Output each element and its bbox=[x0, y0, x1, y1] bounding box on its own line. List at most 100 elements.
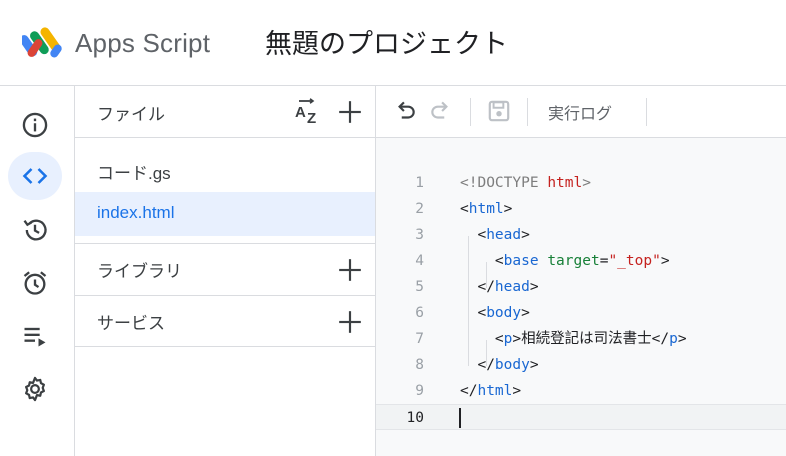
code-line[interactable]: 6 <body> bbox=[376, 300, 786, 326]
code-token: > bbox=[521, 227, 530, 243]
execution-log-button[interactable]: 実行ログ bbox=[548, 100, 612, 124]
code-token: > bbox=[677, 331, 687, 347]
code-token: p bbox=[669, 331, 678, 347]
code-token: html bbox=[547, 175, 583, 191]
add-library-icon[interactable] bbox=[337, 257, 363, 283]
toolbar-divider bbox=[470, 98, 471, 126]
undo-icon[interactable] bbox=[392, 98, 418, 124]
code-text: </body> bbox=[460, 352, 539, 378]
line-number: 6 bbox=[415, 305, 424, 321]
code-token: "_top" bbox=[608, 253, 661, 269]
code-line[interactable]: 7 <p>相続登記は司法書士</p> bbox=[376, 326, 786, 352]
code-token: html bbox=[477, 383, 513, 399]
code-icon bbox=[22, 168, 48, 184]
code-token: < bbox=[460, 227, 487, 243]
gear-icon bbox=[25, 376, 45, 402]
project-title[interactable]: 無題のプロジェクト bbox=[265, 22, 508, 61]
code-editor[interactable]: 1 <!DOCTYPE html> 2 <html> 3 <head> 4 <base t… bbox=[376, 138, 786, 456]
line-number: 10 bbox=[406, 410, 424, 426]
code-text: <html> bbox=[460, 196, 512, 222]
code-text: <base target="_top"> bbox=[460, 248, 670, 274]
code-text: </head> bbox=[460, 274, 539, 300]
app-header: Apps Script 無題のプロジェクト bbox=[0, 0, 786, 86]
code-token: < bbox=[460, 201, 469, 217]
services-section: サービス bbox=[75, 295, 375, 347]
code-line[interactable]: 8 </body> bbox=[376, 352, 786, 378]
history-icon bbox=[23, 219, 47, 241]
files-header: ファイル A Z bbox=[75, 86, 375, 138]
code-token: > bbox=[512, 383, 522, 399]
app-name[interactable]: Apps Script bbox=[75, 28, 210, 59]
line-number: 1 bbox=[415, 175, 424, 191]
file-item-index-html[interactable]: index.html bbox=[75, 192, 375, 236]
code-token: base bbox=[503, 253, 539, 269]
overview-button[interactable] bbox=[8, 101, 62, 149]
editor-button[interactable] bbox=[8, 152, 62, 200]
executions-button[interactable] bbox=[8, 312, 62, 360]
code-token: head bbox=[486, 227, 522, 243]
code-token: < bbox=[460, 331, 504, 347]
executions-icon bbox=[24, 327, 46, 347]
code-token: > bbox=[503, 201, 513, 217]
editor-toolbar: 実行ログ bbox=[376, 86, 786, 138]
toolbar-divider bbox=[646, 98, 647, 126]
code-token: html bbox=[468, 201, 504, 217]
code-line[interactable]: 5 </head> bbox=[376, 274, 786, 300]
code-token: body bbox=[486, 305, 522, 321]
code-line[interactable]: 1 <!DOCTYPE html> bbox=[376, 170, 786, 196]
code-token: > bbox=[521, 305, 530, 321]
file-name: index.html bbox=[97, 203, 175, 222]
text-cursor bbox=[459, 408, 461, 428]
code-token: body bbox=[494, 357, 530, 373]
alarm-icon bbox=[23, 271, 47, 295]
code-token: < bbox=[460, 305, 487, 321]
line-number: 2 bbox=[415, 201, 424, 217]
code-text: <!DOCTYPE html> bbox=[460, 170, 591, 196]
libraries-section: ライブラリ bbox=[75, 243, 375, 295]
settings-button[interactable] bbox=[8, 365, 62, 413]
svg-text:A: A bbox=[295, 104, 306, 121]
files-title: ファイル bbox=[97, 105, 165, 125]
code-token: <!DOCTYPE bbox=[460, 175, 548, 191]
code-text: </html> bbox=[460, 378, 521, 404]
triggers-button[interactable] bbox=[8, 259, 62, 307]
line-number: 4 bbox=[415, 253, 424, 269]
libraries-label: ライブラリ bbox=[97, 262, 182, 282]
code-token: >相続登記は司法書士</ bbox=[512, 331, 670, 347]
toolbar-divider bbox=[527, 98, 528, 126]
code-token: > bbox=[660, 253, 670, 269]
save-icon[interactable] bbox=[486, 98, 512, 124]
code-line[interactable]: 10 bbox=[376, 404, 786, 430]
files-panel: ファイル A Z コード.gs index.html ライブラリ サービス bbox=[75, 86, 376, 456]
code-token: < bbox=[460, 253, 504, 269]
line-number: 3 bbox=[415, 227, 424, 243]
line-number: 8 bbox=[415, 357, 424, 373]
code-token: head bbox=[494, 279, 530, 295]
history-button[interactable] bbox=[8, 206, 62, 254]
code-token: > bbox=[529, 357, 539, 373]
services-label: サービス bbox=[97, 314, 165, 334]
code-token: </ bbox=[460, 357, 495, 373]
line-number: 5 bbox=[415, 279, 424, 295]
info-icon bbox=[22, 112, 48, 138]
code-line[interactable]: 2 <html> bbox=[376, 196, 786, 222]
file-item-code-gs[interactable]: コード.gs bbox=[75, 148, 375, 192]
nav-rail bbox=[0, 86, 75, 456]
line-number: 7 bbox=[415, 331, 424, 347]
code-token: </ bbox=[460, 279, 495, 295]
sort-az-icon[interactable]: A Z bbox=[293, 98, 323, 128]
line-number: 9 bbox=[415, 383, 424, 399]
code-token: </ bbox=[460, 383, 478, 399]
code-line[interactable]: 3 <head> bbox=[376, 222, 786, 248]
code-line[interactable]: 4 <base target="_top"> bbox=[376, 248, 786, 274]
file-name: コード.gs bbox=[97, 164, 171, 183]
apps-script-logo[interactable] bbox=[22, 24, 66, 62]
redo-icon[interactable] bbox=[428, 98, 454, 124]
svg-text:Z: Z bbox=[307, 110, 316, 127]
code-line[interactable]: 9 </html> bbox=[376, 378, 786, 404]
add-file-icon[interactable] bbox=[337, 99, 363, 125]
add-service-icon[interactable] bbox=[337, 309, 363, 335]
code-token: > bbox=[529, 279, 539, 295]
code-token: > bbox=[582, 175, 591, 191]
